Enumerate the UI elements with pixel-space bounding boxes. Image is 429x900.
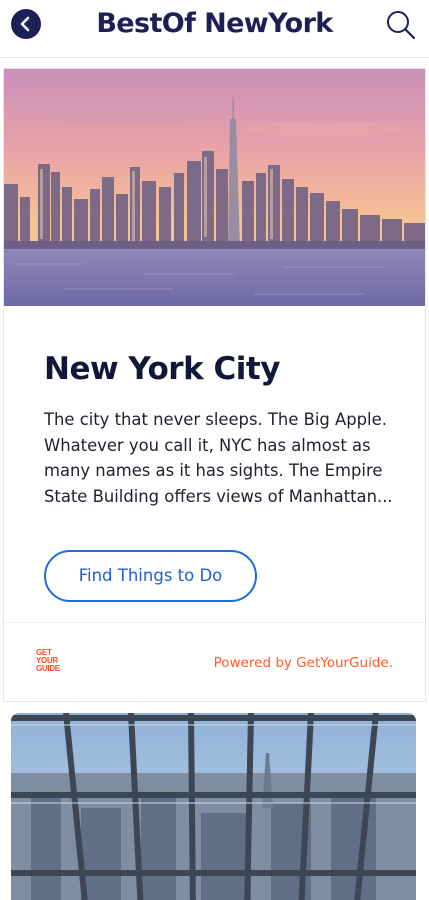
page-title: BestOf NewYork: [96, 8, 333, 39]
new-york-skyline-image: [4, 69, 425, 306]
search-icon: [387, 11, 416, 40]
app-header: BestOf NewYork: [0, 0, 429, 54]
card-title: New York City: [44, 351, 280, 387]
find-things-to-do-button[interactable]: Find Things to Do: [44, 550, 257, 602]
next-destination-card[interactable]: [11, 713, 416, 900]
observation-deck-image: [11, 713, 416, 900]
card-description: The city that never sleeps. The Big Appl…: [44, 410, 393, 506]
card-divider: [4, 622, 425, 623]
powered-by-link[interactable]: Powered by GetYourGuide.: [214, 655, 393, 671]
getyourguide-logo[interactable]: GET YOUR GUIDE: [36, 649, 70, 673]
header-divider: [0, 57, 429, 58]
search-button[interactable]: [384, 8, 418, 42]
logo-line: GUIDE: [36, 664, 60, 673]
destination-card: New York City The city that never sleeps…: [3, 68, 426, 702]
